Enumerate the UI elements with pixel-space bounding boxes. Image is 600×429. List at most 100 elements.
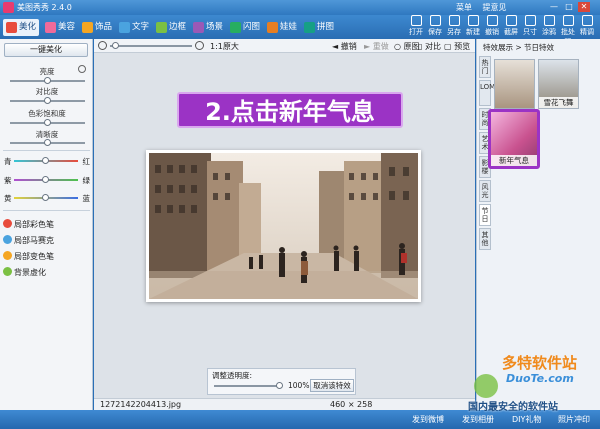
tab-hot[interactable]: 热门	[479, 56, 491, 78]
save-as-button[interactable]: 另存	[445, 15, 463, 37]
contrast-slider[interactable]	[10, 97, 85, 104]
zoom-slider[interactable]	[110, 42, 192, 49]
cyan-red-knob[interactable]	[42, 157, 49, 164]
brightness-knob[interactable]	[44, 77, 51, 84]
saturation-knob[interactable]	[44, 119, 51, 126]
doodle-button[interactable]: 涂鸦	[540, 15, 558, 37]
sharpness-knob[interactable]	[44, 139, 51, 146]
blur-icon	[3, 267, 12, 276]
minimize-icon[interactable]: —	[548, 2, 560, 12]
close-icon[interactable]: ✕	[578, 2, 590, 12]
tab-decor[interactable]: 饰品	[79, 19, 115, 36]
tab-lomo[interactable]: LOMO	[479, 80, 501, 106]
color-pen-icon	[3, 219, 12, 228]
share-weibo-button[interactable]: 发到微博	[412, 414, 444, 425]
cyan-red-slider[interactable]	[14, 157, 78, 164]
image-canvas: 1:1原大 ◄ 撤销 ► 重做 ○ 原图 ▯ 对比 ▢ 预览 2.点击新年气息	[94, 39, 475, 410]
contrast-knob[interactable]	[44, 97, 51, 104]
zoom-out-icon[interactable]	[98, 41, 107, 50]
maximize-icon[interactable]: □	[563, 2, 575, 12]
zoom-knob[interactable]	[112, 42, 119, 49]
undo-tool-button[interactable]: 撤销	[483, 15, 501, 37]
tab-frame[interactable]: 边框	[153, 19, 189, 36]
beautify-icon	[6, 22, 17, 33]
adjust-panel: 一键美化 亮度 对比度 色彩饱和度 清晰度 青 红 紫 绿 黄 蓝 局部彩色笔 …	[0, 39, 93, 410]
effect-thumb-new-year[interactable]: 新年气息	[488, 109, 540, 169]
recolor-pen-icon	[3, 251, 12, 260]
opacity-value: 100%	[288, 381, 310, 390]
tab-doll[interactable]: 娃娃	[264, 19, 300, 36]
step-instruction: 2.点击新年气息	[177, 92, 403, 128]
effect-thumb[interactable]	[494, 59, 535, 109]
tab-festival[interactable]: 节日	[479, 204, 491, 226]
local-recolor-pen[interactable]: 局部变色笔	[3, 251, 54, 262]
thumb-image	[495, 60, 534, 108]
tab-scene[interactable]: 场景	[190, 19, 226, 36]
watermark-brand: 多特软件站	[502, 354, 578, 372]
background-blur[interactable]: 背景虚化	[3, 267, 46, 278]
scene-icon	[193, 22, 204, 33]
tab-other[interactable]: 其他	[479, 228, 491, 250]
effect-thumb-snow[interactable]: 雪花飞舞	[538, 59, 579, 109]
brush-icon	[543, 15, 555, 26]
cancel-effect-button[interactable]: 取消该特效	[310, 379, 354, 392]
local-color-pen[interactable]: 局部彩色笔	[3, 219, 54, 230]
actual-size-button[interactable]: 1:1原大	[210, 41, 239, 52]
local-mosaic[interactable]: 局部马赛克	[3, 235, 54, 246]
mascot-icon	[474, 374, 498, 398]
tab-flash[interactable]: 闪图	[227, 19, 263, 36]
zoom-in-icon[interactable]	[195, 41, 204, 50]
saturation-slider[interactable]	[10, 119, 85, 126]
diy-gift-button[interactable]: DIY礼物	[512, 414, 541, 425]
resize-button[interactable]: 只寸	[521, 15, 539, 37]
save-button[interactable]: 保存	[426, 15, 444, 37]
batch-icon	[562, 15, 574, 26]
canvas-toolbar: 1:1原大 ◄ 撤销 ► 重做 ○ 原图 ▯ 对比 ▢ 预览	[94, 39, 475, 53]
screenshot-button[interactable]: 截屏	[502, 15, 520, 37]
purple-green-knob[interactable]	[42, 176, 49, 183]
save-as-icon	[448, 15, 460, 26]
fine-tune-button[interactable]: 精调	[578, 15, 596, 37]
yellow-blue-row: 黄 蓝	[4, 194, 90, 203]
tab-scenery[interactable]: 风光	[479, 180, 491, 202]
decor-icon	[82, 22, 93, 33]
opacity-knob[interactable]	[276, 382, 283, 389]
one-key-beautify-button[interactable]: 一键美化	[4, 43, 88, 57]
watermark-url: DuoTe.com	[506, 372, 574, 385]
title-links: 菜单 提意见	[456, 2, 515, 13]
purple-green-slider[interactable]	[14, 176, 78, 183]
tab-beautify[interactable]: 美化	[3, 19, 40, 36]
file-name: 1272142204413.jpg	[100, 400, 182, 409]
edited-photo[interactable]	[146, 150, 421, 302]
share-bar: 发到微博 发到相册 DIY礼物 照片冲印 国内最安全的软件站	[0, 402, 600, 429]
effects-breadcrumb: 特效展示 > 节日特效	[483, 43, 555, 52]
yellow-blue-knob[interactable]	[42, 194, 49, 201]
opacity-slider[interactable]	[214, 382, 283, 389]
opacity-label: 调整透明度:	[212, 371, 253, 380]
status-bar: 1272142204413.jpg 460 × 258	[94, 398, 475, 410]
reset-icon[interactable]	[78, 65, 86, 73]
tab-beauty[interactable]: 美容	[42, 19, 78, 36]
redo-button[interactable]: ► 重做	[364, 41, 389, 52]
undo-button[interactable]: ◄ 撤销	[332, 41, 357, 52]
feedback-link[interactable]: 提意见	[483, 3, 507, 12]
original-button[interactable]: ○ 原图	[394, 41, 420, 52]
compare-button[interactable]: ▯ 对比	[418, 41, 441, 52]
yellow-blue-slider[interactable]	[14, 194, 78, 201]
open-button[interactable]: 打开	[407, 15, 425, 37]
brightness-slider[interactable]	[10, 77, 85, 84]
new-button[interactable]: 新建	[464, 15, 482, 37]
sharpness-slider[interactable]	[10, 139, 85, 146]
flash-icon	[230, 22, 241, 33]
preview-button[interactable]: ▢ 预览	[444, 41, 470, 52]
tab-collage[interactable]: 拼图	[301, 19, 337, 36]
share-album-button[interactable]: 发到相册	[462, 414, 494, 425]
photo-print-button[interactable]: 照片冲印	[558, 414, 590, 425]
tune-icon	[581, 15, 593, 26]
doll-icon	[267, 22, 278, 33]
tab-text[interactable]: 文字	[116, 19, 152, 36]
new-icon	[467, 15, 479, 26]
beauty-icon	[45, 22, 56, 33]
resize-icon	[524, 15, 536, 26]
menu-link[interactable]: 菜单	[456, 3, 472, 12]
